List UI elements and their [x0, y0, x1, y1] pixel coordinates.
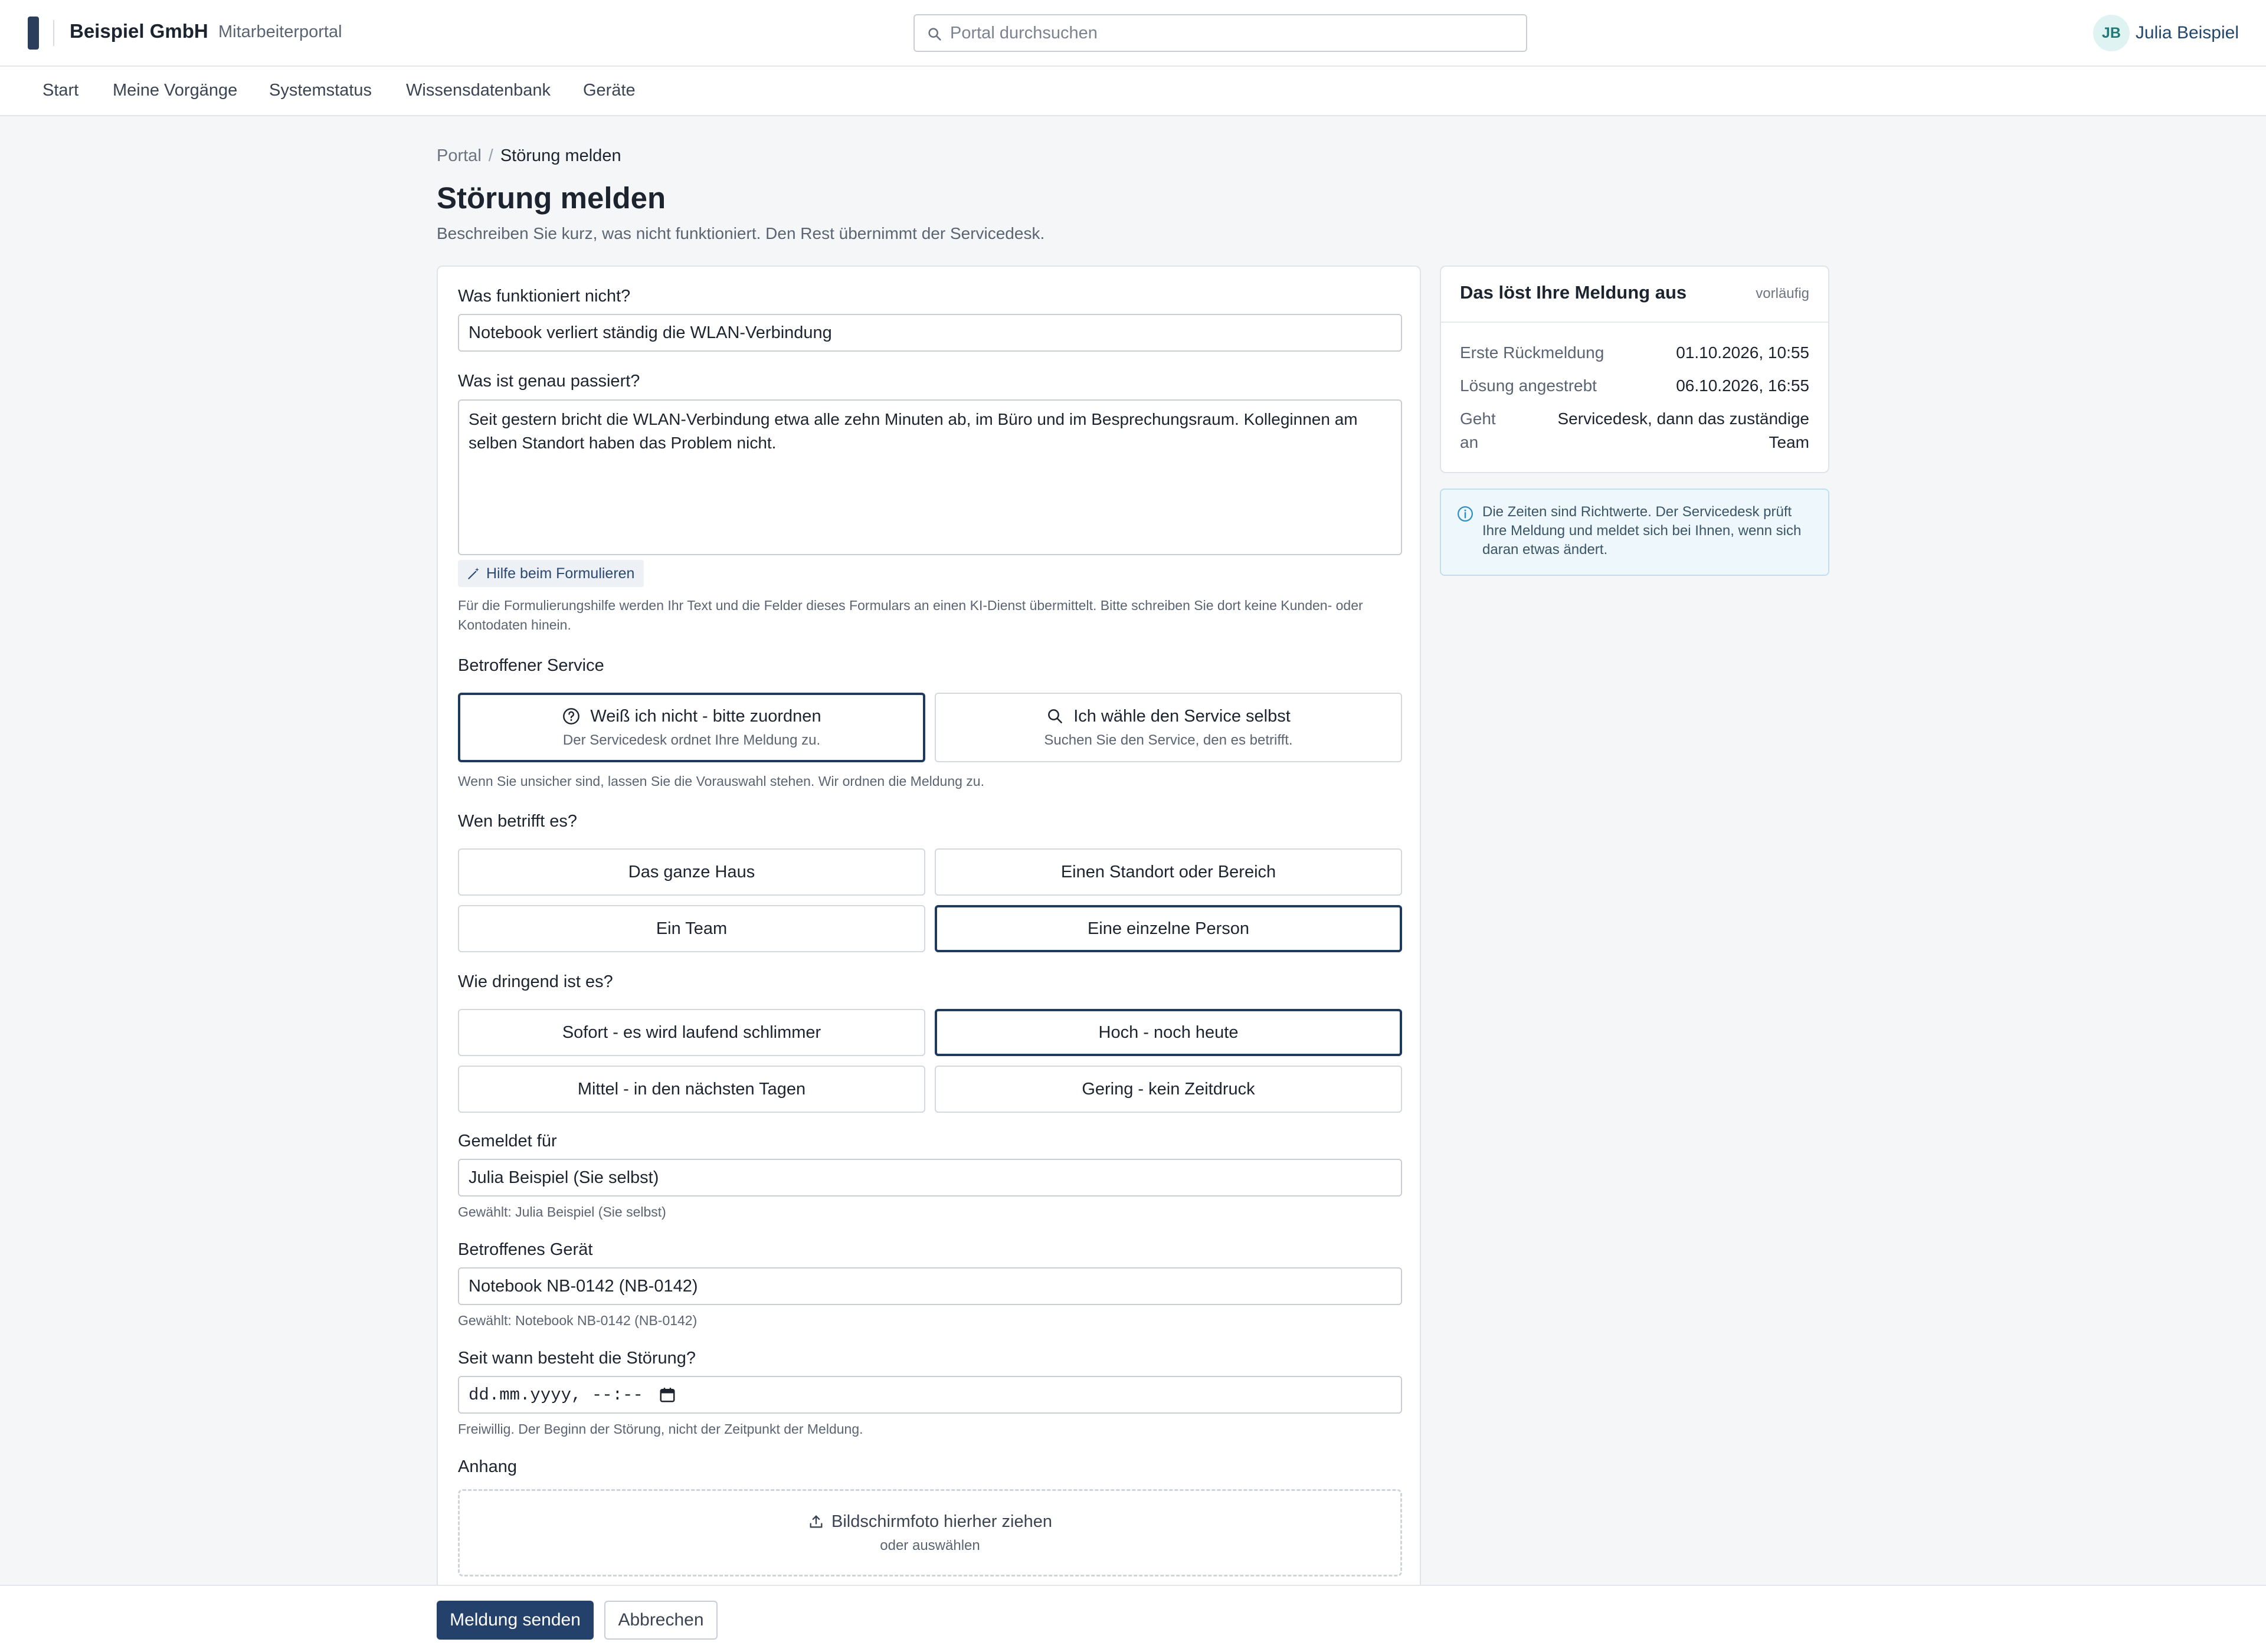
writing-help-button[interactable]: Hilfe beim Formulieren [458, 560, 644, 587]
provisional-badge: vorläufig [1756, 286, 1809, 301]
routing-label: Geht an [1460, 409, 1496, 451]
writing-help-hint: Für die Formulierungshilfe werden Ihr Te… [458, 598, 1363, 632]
service-option-select[interactable]: Ich wähle den Service selbst Suchen Sie … [935, 693, 1402, 762]
search-box[interactable] [913, 14, 1527, 52]
breadcrumb-separator: / [488, 146, 493, 165]
calendar-icon[interactable] [659, 1386, 676, 1404]
description-textarea[interactable]: Seit gestern bricht die WLAN-Verbindung … [458, 399, 1402, 555]
info-text: Die Zeiten sind Richtwerte. Der Serviced… [1482, 504, 1802, 558]
question-circle-icon [563, 708, 580, 725]
info-notice: Die Zeiten sind Richtwerte. Der Serviced… [1440, 489, 1829, 576]
logo-divider [53, 20, 54, 46]
search-icon [1048, 709, 1063, 723]
brand-name[interactable]: Beispiel GmbH [70, 20, 208, 42]
first-response-label: Erste Rückmeldung [1460, 343, 1604, 362]
service-hint: Wenn Sie unsicher sind, lassen Sie die V… [458, 773, 984, 789]
attachment-select-link[interactable]: oder auswählen [880, 1538, 980, 1554]
search-icon [928, 28, 941, 41]
user-menu[interactable]: JB Julia Beispiel [2093, 15, 2239, 51]
routing-value: Servicedesk, dann das zuständige Team [1557, 409, 1810, 451]
attachment-dropzone[interactable]: Bildschirmfoto hierher ziehen oder auswä… [458, 1489, 1402, 1576]
device-hint: Gewählt: Notebook NB-0142 (NB-0142) [458, 1313, 698, 1328]
urgency-option-high[interactable]: Hoch - noch heute [935, 1009, 1402, 1056]
scope-option-team[interactable]: Ein Team [458, 905, 925, 952]
cancel-button[interactable]: Abbrechen [604, 1601, 718, 1640]
writing-help-label: Hilfe beim Formulieren [486, 565, 635, 582]
top-header: Beispiel GmbH Mitarbeiterportal JB Julia… [0, 0, 2266, 67]
reported-for-hint: Gewählt: Julia Beispiel (Sie selbst) [458, 1204, 666, 1220]
urgency-option-low[interactable]: Gering - kein Zeitdruck [935, 1066, 1402, 1113]
urgency-label: Wie dringend ist es? [458, 972, 613, 991]
service-option-select-title: Ich wähle den Service selbst [1073, 706, 1291, 726]
service-option-unknown[interactable]: Weiß ich nicht - bitte zuordnen Der Serv… [458, 693, 925, 762]
urgency-option-immediate[interactable]: Sofort - es wird laufend schlimmer [458, 1009, 925, 1056]
breadcrumb-root[interactable]: Portal [437, 146, 482, 165]
nav-item-geraete[interactable]: Geräte [583, 81, 636, 100]
breadcrumb-current: Störung melden [500, 146, 621, 165]
since-label: Seit wann besteht die Störung? [458, 1349, 696, 1368]
page-subtitle: Beschreiben Sie kurz, was nicht funktion… [437, 224, 1045, 242]
reported-for-label: Gemeldet für [458, 1132, 557, 1150]
user-name[interactable]: Julia Beispiel [2136, 23, 2239, 43]
summary-input[interactable]: Notebook verliert ständig die WLAN-Verbi… [458, 314, 1402, 352]
device-input[interactable]: Notebook NB-0142 (NB-0142) [458, 1267, 1402, 1305]
outcome-title: Das löst Ihre Meldung aus [1460, 282, 1687, 303]
service-option-select-desc: Suchen Sie den Service, den es betrifft. [1044, 732, 1293, 748]
nav-item-meine-vorgaenge[interactable]: Meine Vorgänge [113, 81, 237, 100]
since-placeholder: dd.mm.yyyy, --:-- [469, 1385, 643, 1405]
submit-button[interactable]: Meldung senden [437, 1601, 594, 1640]
portal-name: Mitarbeiterportal [218, 22, 342, 41]
magic-wand-icon [468, 568, 479, 579]
form-footer: Meldung senden Abbrechen [0, 1585, 2266, 1652]
scope-option-whole-house[interactable]: Das ganze Haus [458, 848, 925, 896]
device-label: Betroffenes Gerät [458, 1240, 593, 1259]
card-divider [1441, 322, 1828, 323]
nav-item-wissensdatenbank[interactable]: Wissensdatenbank [406, 81, 551, 100]
since-hint: Freiwillig. Der Beginn der Störung, nich… [458, 1421, 863, 1437]
upload-icon [810, 1515, 823, 1528]
scope-label: Wen betrifft es? [458, 812, 578, 831]
info-icon [1458, 506, 1473, 522]
report-form: Was funktioniert nicht? Notebook verlier… [437, 266, 1421, 1599]
attachment-label: Anhang [458, 1457, 517, 1476]
outcome-summary-card: Das löst Ihre Meldung aus vorläufig Erst… [1440, 266, 1829, 473]
main-nav: Start Meine Vorgänge Systemstatus Wissen… [0, 67, 2266, 116]
first-response-value: 01.10.2026, 10:55 [1676, 343, 1809, 362]
since-datetime-input[interactable]: dd.mm.yyyy, --:-- [458, 1376, 1402, 1414]
urgency-option-medium[interactable]: Mittel - in den nächsten Tagen [458, 1066, 925, 1113]
brand-logo [28, 17, 39, 50]
resolution-label: Lösung angestrebt [1460, 376, 1597, 395]
service-option-unknown-desc: Der Servicedesk ordnet Ihre Meldung zu. [562, 732, 821, 748]
reported-for-input[interactable]: Julia Beispiel (Sie selbst) [458, 1159, 1402, 1197]
page-title: Störung melden [437, 181, 666, 215]
attachment-drop-label: Bildschirmfoto hierher ziehen [831, 1512, 1052, 1531]
scope-option-location[interactable]: Einen Standort oder Bereich [935, 848, 1402, 896]
scope-option-single-person[interactable]: Eine einzelne Person [935, 905, 1402, 952]
resolution-value: 06.10.2026, 16:55 [1676, 376, 1809, 395]
nav-item-systemstatus[interactable]: Systemstatus [269, 81, 372, 100]
nav-item-start[interactable]: Start [42, 81, 78, 100]
description-label: Was ist genau passiert? [458, 372, 640, 391]
breadcrumb: Portal / Störung melden [437, 146, 621, 166]
service-option-unknown-title: Weiß ich nicht - bitte zuordnen [590, 706, 821, 726]
service-label: Betroffener Service [458, 656, 604, 675]
search-input[interactable] [950, 21, 1517, 45]
summary-label: Was funktioniert nicht? [458, 287, 631, 306]
avatar[interactable]: JB [2093, 15, 2130, 51]
